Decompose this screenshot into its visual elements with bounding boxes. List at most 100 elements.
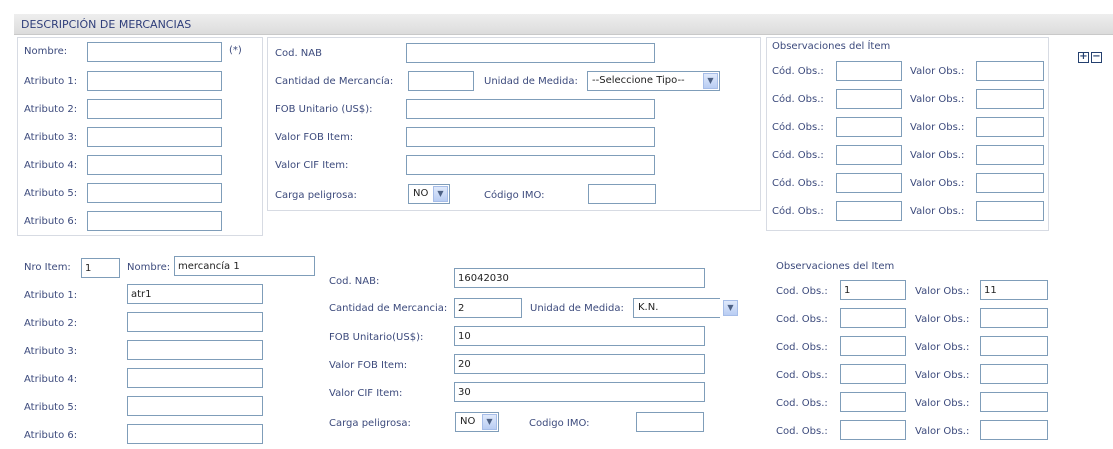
- form2-valor-obs-label: Valor Obs.:: [915, 398, 970, 409]
- form1-fob-unit-label: FOB Unitario (US$):: [275, 104, 373, 115]
- form2-carga-select[interactable]: NO ▼: [455, 412, 499, 432]
- section-header: DESCRIPCIÓN DE MERCANCIAS: [14, 14, 1113, 35]
- form2-atributo-input[interactable]: [127, 368, 263, 388]
- form2-atributo-input[interactable]: [127, 396, 263, 416]
- form1-atributo-input[interactable]: [87, 127, 222, 147]
- form2-cod-obs-label: Cod. Obs.:: [776, 314, 828, 325]
- form1-required-mark: (*): [229, 45, 242, 56]
- form1-valor-obs-label: Valor Obs.:: [910, 122, 965, 133]
- chevron-down-icon: ▼: [703, 73, 718, 89]
- form1-fob-item-input[interactable]: [406, 127, 655, 147]
- form1-nombre-input[interactable]: [87, 42, 222, 62]
- form1-atributo-input[interactable]: [87, 183, 222, 203]
- form1-valor-obs-input[interactable]: [976, 145, 1044, 165]
- form2-atributo-input[interactable]: [127, 424, 263, 444]
- form2-nro-item-input[interactable]: [81, 258, 120, 278]
- form2-valor-obs-input[interactable]: [980, 308, 1048, 328]
- form2-valor-obs-input[interactable]: [980, 336, 1048, 356]
- form2-valor-obs-input[interactable]: [980, 420, 1048, 440]
- form1-atributo-input[interactable]: [87, 71, 222, 91]
- form2-valor-obs-label: Valor Obs.:: [915, 426, 970, 437]
- form2-atributo-input[interactable]: [127, 340, 263, 360]
- form2-valor-obs-input[interactable]: [980, 280, 1048, 300]
- form2-atributo-input[interactable]: [127, 312, 263, 332]
- form1-cod-obs-input[interactable]: [836, 145, 902, 165]
- form2-cod-obs-input[interactable]: [840, 336, 906, 356]
- form2-cantidad-input[interactable]: [454, 298, 522, 318]
- form1-nombre-label: Nombre:: [24, 46, 68, 57]
- form2-cif-item-input[interactable]: [454, 382, 705, 402]
- form1-cod-obs-label: Cód. Obs.:: [772, 178, 824, 189]
- form1-fob-item-label: Valor FOB Item:: [275, 132, 354, 143]
- form1-unidad-selected: --Seleccione Tipo--: [592, 75, 685, 86]
- form1-atributo-label: Atributo 6:: [24, 216, 78, 227]
- form1-cantidad-input[interactable]: [408, 71, 474, 91]
- form1-unidad-select[interactable]: --Seleccione Tipo-- ▼: [587, 71, 720, 91]
- form2-nombre-input[interactable]: [174, 256, 315, 276]
- form2-cantidad-label: Cantidad de Mercancia:: [329, 303, 448, 314]
- form2-fob-item-input[interactable]: [454, 354, 705, 374]
- form1-carga-select[interactable]: NO ▼: [408, 184, 450, 204]
- chevron-down-icon: ▼: [433, 186, 448, 202]
- form2-valor-obs-input[interactable]: [980, 392, 1048, 412]
- form1-cod-obs-input[interactable]: [836, 89, 902, 109]
- form1-cod-obs-label: Cód. Obs.:: [772, 94, 824, 105]
- form1-atributo-label: Atributo 3:: [24, 132, 78, 143]
- form1-valor-obs-input[interactable]: [976, 117, 1044, 137]
- form2-cod-obs-input[interactable]: [840, 308, 906, 328]
- section-title: DESCRIPCIÓN DE MERCANCIAS: [21, 18, 192, 31]
- form1-details-panel: [267, 37, 761, 211]
- form2-atributo-label: Atributo 5:: [24, 402, 78, 413]
- form2-fob-item-label: Valor FOB Item:: [329, 360, 408, 371]
- form1-cod-obs-input[interactable]: [836, 201, 902, 221]
- form1-atributo-input[interactable]: [87, 155, 222, 175]
- form1-carga-label: Carga peligrosa:: [275, 190, 357, 201]
- form2-cod-obs-label: Cod. Obs.:: [776, 426, 828, 437]
- form2-nro-item-label: Nro Item:: [24, 262, 71, 273]
- form1-cif-item-input[interactable]: [406, 155, 655, 175]
- form2-cif-item-label: Valor CIF Item:: [329, 388, 403, 399]
- form2-atributo-label: Atributo 1:: [24, 290, 78, 301]
- form2-fob-unit-input[interactable]: [454, 326, 705, 346]
- form1-valor-obs-input[interactable]: [976, 61, 1044, 81]
- form1-valor-obs-label: Valor Obs.:: [910, 66, 965, 77]
- form2-unidad-selected: K.N.: [638, 302, 659, 313]
- form2-cod-obs-input[interactable]: [840, 364, 906, 384]
- form1-imo-label: Código IMO:: [484, 190, 545, 201]
- form1-valor-obs-label: Valor Obs.:: [910, 150, 965, 161]
- form1-cod-nab-input[interactable]: [406, 43, 655, 63]
- form2-imo-input[interactable]: [636, 412, 704, 432]
- form1-atributo-label: Atributo 5:: [24, 188, 78, 199]
- form1-imo-input[interactable]: [588, 184, 656, 204]
- form2-atributo-label: Atributo 2:: [24, 318, 78, 329]
- form2-valor-obs-input[interactable]: [980, 364, 1048, 384]
- form1-cod-obs-input[interactable]: [836, 61, 902, 81]
- form2-cod-obs-input[interactable]: [840, 280, 906, 300]
- form2-nombre-label: Nombre:: [127, 262, 171, 273]
- form2-cod-obs-input[interactable]: [840, 392, 906, 412]
- form1-valor-obs-input[interactable]: [976, 201, 1044, 221]
- form2-cod-nab-input[interactable]: [454, 268, 705, 288]
- form1-atributo-input[interactable]: [87, 99, 222, 119]
- form2-carga-selected: NO: [460, 416, 476, 427]
- form2-atributo-input[interactable]: [127, 284, 263, 304]
- form1-cod-obs-input[interactable]: [836, 173, 902, 193]
- minus-icon[interactable]: −: [1091, 52, 1102, 63]
- form2-imo-label: Codigo IMO:: [529, 418, 590, 429]
- form2-atributo-label: Atributo 6:: [24, 430, 78, 441]
- form1-valor-obs-input[interactable]: [976, 173, 1044, 193]
- form2-cod-obs-label: Cod. Obs.:: [776, 342, 828, 353]
- form1-fob-unit-input[interactable]: [406, 99, 655, 119]
- form1-cod-obs-label: Cód. Obs.:: [772, 150, 824, 161]
- form2-cod-obs-label: Cod. Obs.:: [776, 286, 828, 297]
- form1-cif-item-label: Valor CIF Item:: [275, 160, 349, 171]
- form1-valor-obs-input[interactable]: [976, 89, 1044, 109]
- chevron-down-icon: ▼: [723, 300, 738, 316]
- form1-cod-obs-input[interactable]: [836, 117, 902, 137]
- form1-carga-selected: NO: [413, 188, 429, 199]
- form2-cod-obs-input[interactable]: [840, 420, 906, 440]
- form2-unidad-dropdown-button[interactable]: ▼: [720, 298, 738, 318]
- plus-icon[interactable]: +: [1078, 52, 1089, 63]
- form1-atributo-input[interactable]: [87, 211, 222, 231]
- form1-valor-obs-label: Valor Obs.:: [910, 206, 965, 217]
